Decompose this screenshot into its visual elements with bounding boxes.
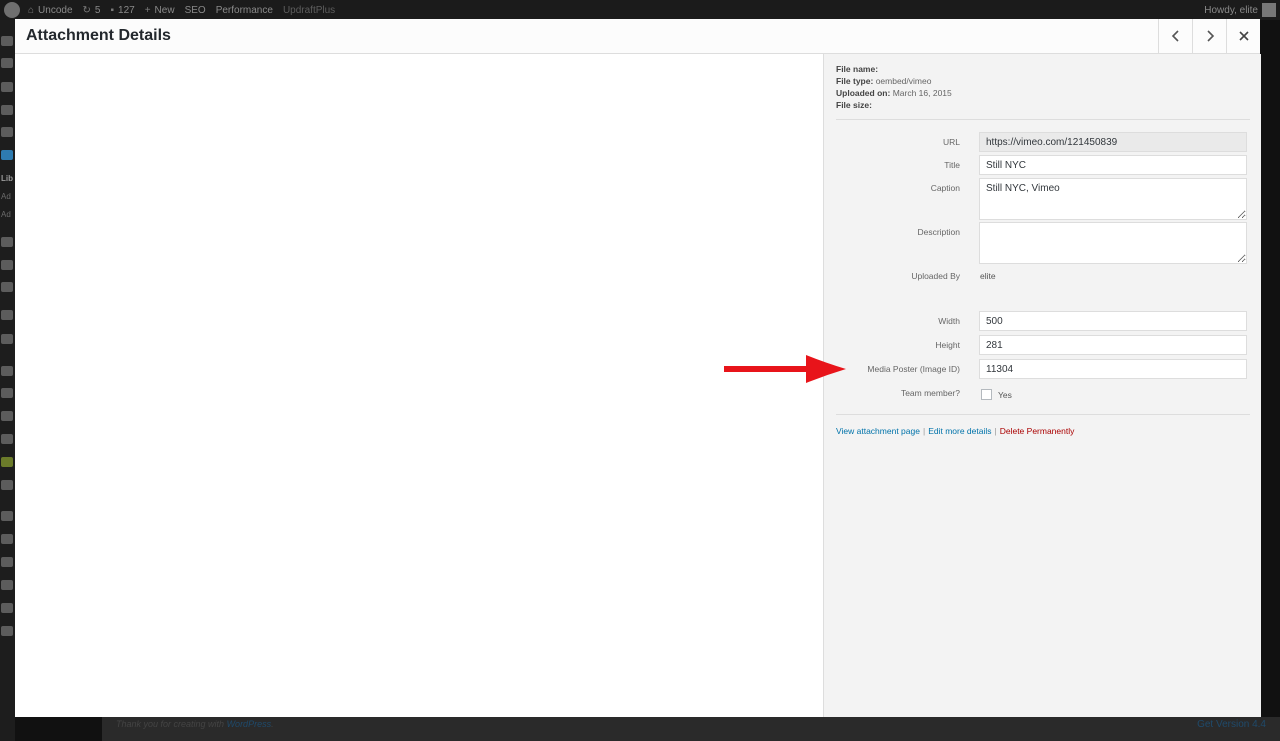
users-icon[interactable]: [1, 411, 13, 421]
image-icon[interactable]: [1, 557, 13, 567]
plugins-icon[interactable]: [1, 388, 13, 398]
admin-footer: [102, 717, 1280, 741]
layers-icon[interactable]: [1, 58, 13, 68]
brush-icon[interactable]: [1, 366, 13, 376]
file-meta: File name: File type: oembed/vimeo Uploa…: [836, 63, 952, 111]
table-icon[interactable]: [1, 127, 13, 137]
settings-icon[interactable]: [1, 480, 13, 490]
get-version-link[interactable]: Get Version 4.4: [1197, 719, 1266, 730]
close-button[interactable]: [1226, 19, 1260, 53]
url-label: URL: [942, 137, 960, 147]
height-field[interactable]: [979, 335, 1247, 355]
performance-link[interactable]: Performance: [216, 5, 273, 16]
attachment-actions: View attachment page | Edit more details | D…: [836, 426, 1075, 436]
modal-title: Attachment Details: [26, 27, 171, 44]
account-menu[interactable]: Howdy, elite: [1204, 0, 1276, 20]
uploaded-by-value: elite: [980, 271, 996, 281]
width-field[interactable]: [979, 311, 1247, 331]
delete-permanently-link[interactable]: Delete Permanently: [1000, 426, 1075, 436]
menu-library-label[interactable]: Lib: [1, 174, 13, 184]
file-name-row: File name:: [836, 64, 879, 74]
dashboard-icon[interactable]: [1, 36, 13, 46]
comments-link[interactable]: ▪ 127: [110, 5, 134, 16]
howdy-text: Howdy, elite: [1204, 4, 1258, 16]
cloud-icon[interactable]: [1, 534, 13, 544]
cart-icon[interactable]: [1, 334, 13, 344]
pages-icon[interactable]: [1, 237, 13, 247]
updates-link[interactable]: ↻ 5: [83, 5, 101, 16]
tools-icon[interactable]: [1, 434, 13, 444]
collapse-icon[interactable]: [1, 626, 13, 636]
box-icon[interactable]: [1, 603, 13, 613]
team-member-option-label[interactable]: Yes: [998, 390, 1012, 400]
media-icon[interactable]: [1, 150, 13, 160]
refresh-icon: ↻: [82, 4, 91, 16]
home-icon: ⌂: [28, 4, 35, 16]
file-size-row: File size:: [836, 100, 872, 110]
team-member-label: Team member?: [900, 388, 960, 398]
close-icon: [1238, 31, 1249, 41]
file-type-row: File type: oembed/vimeo: [836, 76, 932, 86]
sync-icon[interactable]: [1, 580, 13, 590]
attachment-details-modal: Attachment Details File name: File type:…: [15, 19, 1261, 717]
seo-plugin-icon[interactable]: [1, 457, 13, 467]
height-label: Height: [935, 340, 960, 350]
comment-icon: ▪: [110, 4, 115, 16]
team-member-checkbox[interactable]: [981, 389, 992, 400]
uploaded-on-row: Uploaded on: March 16, 2015: [836, 88, 952, 98]
annotation-arrow-icon: [724, 355, 846, 383]
seo-link[interactable]: SEO: [185, 5, 206, 16]
new-content-link[interactable]: + New: [145, 5, 175, 16]
caption-field[interactable]: Still NYC, Vimeo: [979, 178, 1247, 220]
title-label: Title: [944, 160, 960, 170]
menu-add-label[interactable]: Ad: [1, 210, 13, 220]
mail-icon[interactable]: [1, 282, 13, 292]
avatar: [1262, 3, 1276, 17]
chevron-right-icon: [1206, 30, 1214, 42]
previous-button[interactable]: [1158, 19, 1192, 53]
admin-side-menu: Lib Ad Ad: [0, 20, 15, 741]
edit-more-details-link[interactable]: Edit more details: [928, 426, 991, 436]
modal-header: Attachment Details: [15, 19, 1260, 54]
wordpress-logo-icon[interactable]: [4, 2, 20, 18]
attachment-info-panel: File name: File type: oembed/vimeo Uploa…: [823, 54, 1261, 717]
attachment-preview-area: [15, 54, 823, 717]
updraftplus-link[interactable]: UpdraftPlus: [283, 5, 335, 16]
media-poster-label: Media Poster (Image ID): [867, 364, 960, 374]
site-name-link[interactable]: ⌂ Uncode: [28, 5, 73, 16]
media-poster-field[interactable]: [979, 359, 1247, 379]
visual-composer-icon[interactable]: [1, 511, 13, 521]
portfolio-icon[interactable]: [1, 310, 13, 320]
next-button[interactable]: [1192, 19, 1226, 53]
pin-icon[interactable]: [1, 82, 13, 92]
divider: [836, 414, 1250, 415]
menu-add-new-label[interactable]: Ad: [1, 192, 13, 202]
comments-icon[interactable]: [1, 260, 13, 270]
admin-bar: ⌂ Uncode ↻ 5 ▪ 127 + New SEO Performance…: [0, 0, 1280, 20]
divider: [836, 119, 1250, 120]
footer-thanks: Thank you for creating with WordPress.: [116, 719, 274, 729]
url-field[interactable]: [979, 132, 1247, 152]
description-field[interactable]: [979, 222, 1247, 264]
view-attachment-page-link[interactable]: View attachment page: [836, 426, 920, 436]
width-label: Width: [938, 316, 960, 326]
title-field[interactable]: [979, 155, 1247, 175]
chevron-left-icon: [1171, 30, 1179, 42]
grid-icon[interactable]: [1, 105, 13, 115]
uploaded-by-label: Uploaded By: [911, 271, 960, 281]
caption-label: Caption: [930, 183, 960, 193]
description-label: Description: [917, 227, 960, 237]
plus-icon: +: [144, 4, 151, 16]
wordpress-link[interactable]: WordPress: [227, 719, 272, 729]
